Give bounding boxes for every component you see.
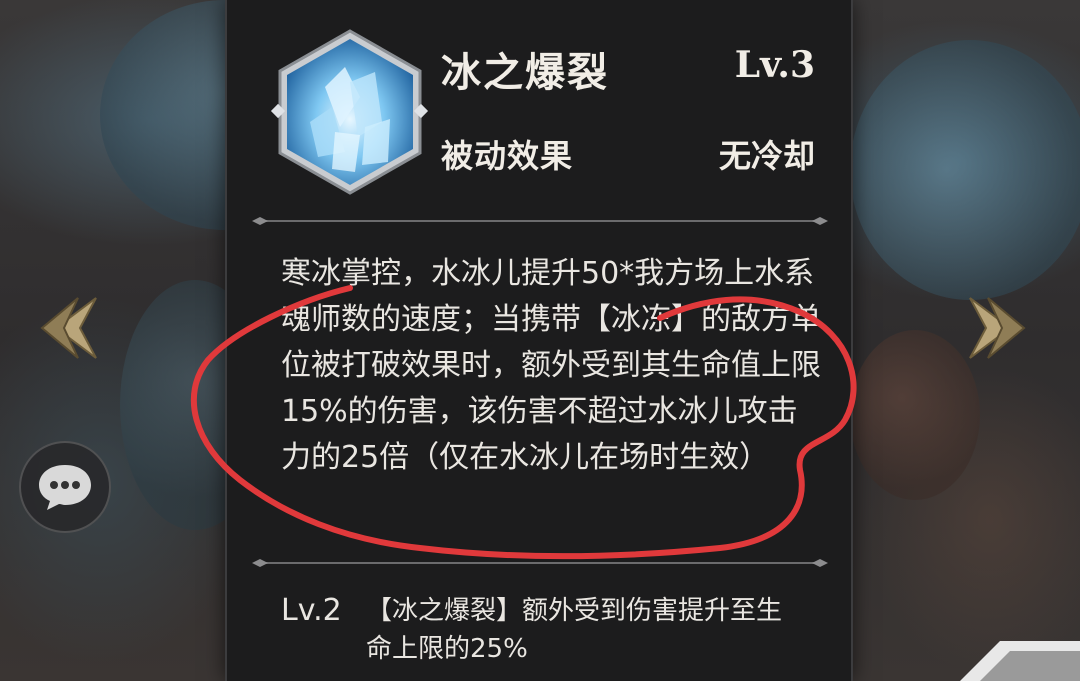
skill-type: 被动效果 (441, 137, 574, 175)
character-shield-right (850, 330, 980, 500)
character-hair-right (850, 40, 1080, 300)
upgrade-description: 【冰之爆裂】额外受到伤害提升至生命上限的25% (366, 596, 783, 664)
ice-crystal-icon (270, 29, 429, 195)
skill-level: Lv.3 (734, 44, 815, 86)
chat-button[interactable] (19, 441, 111, 533)
divider-bottom (252, 559, 828, 567)
previous-arrow-icon[interactable] (38, 295, 100, 361)
upgrade-level-label: Lv.2 (281, 593, 342, 628)
skill-description: 寒冰掌控，水冰儿提升50*我方场上水系魂师数的速度；当携带【冰冻】的敌方单位被打… (281, 256, 821, 475)
chat-bubble-icon (39, 465, 91, 510)
corner-decoration (960, 641, 1080, 681)
divider-top (252, 217, 828, 225)
skill-name: 冰之爆裂 (441, 49, 609, 96)
next-arrow-icon[interactable] (966, 295, 1028, 361)
skill-cooldown: 无冷却 (718, 137, 815, 175)
